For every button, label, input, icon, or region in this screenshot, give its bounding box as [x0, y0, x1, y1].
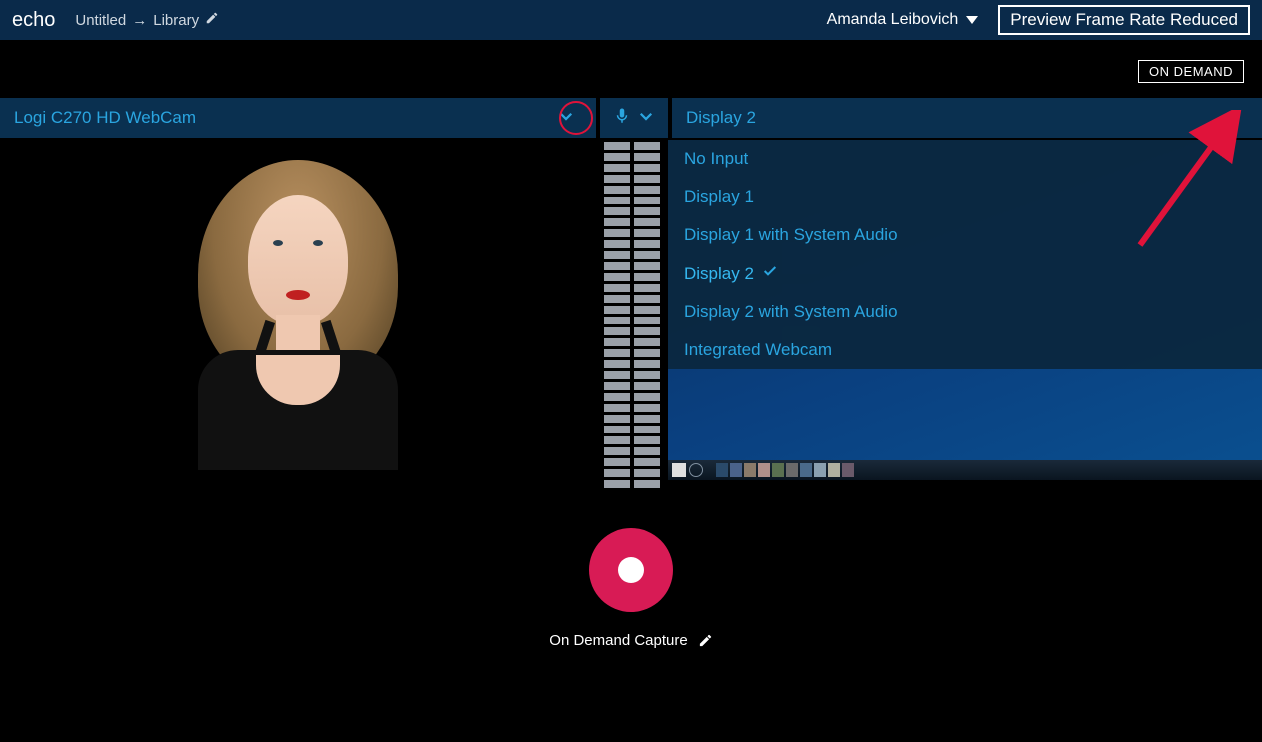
- display-option[interactable]: Display 1: [668, 178, 1262, 216]
- camera-source-selector[interactable]: Logi C270 HD WebCam: [0, 98, 596, 138]
- breadcrumb-arrow-icon: →: [132, 12, 147, 29]
- display-option[interactable]: Display 2: [668, 254, 1262, 293]
- breadcrumb-from: Untitled: [75, 12, 126, 29]
- camera-source-label: Logi C270 HD WebCam: [14, 108, 550, 128]
- display-source-selector[interactable]: Display 2: [672, 98, 1262, 138]
- caret-down-icon: [966, 16, 978, 24]
- chevron-down-icon[interactable]: [637, 107, 655, 130]
- search-icon: [689, 463, 703, 477]
- camera-preview: [0, 140, 596, 480]
- windows-start-icon: [672, 463, 686, 477]
- display-option-label: Display 1 with System Audio: [684, 225, 898, 245]
- mic-source-selector[interactable]: [600, 98, 668, 138]
- chevron-down-icon: [557, 107, 575, 130]
- audio-level-meter: [600, 140, 664, 488]
- user-menu[interactable]: Amanda Leibovich: [827, 11, 979, 29]
- display-option[interactable]: Display 2 with System Audio: [668, 293, 1262, 331]
- display-preview: No Input Display 1 Display 1 with System A…: [668, 140, 1262, 480]
- framerate-notice: Preview Frame Rate Reduced: [998, 5, 1250, 35]
- display-dropdown-list: No Input Display 1 Display 1 with System A…: [668, 140, 1262, 369]
- echo-logo: echo: [12, 9, 55, 32]
- capture-title[interactable]: On Demand Capture: [549, 632, 712, 649]
- record-dot-icon: [618, 557, 644, 583]
- desktop-taskbar: [668, 460, 1262, 480]
- check-icon: [762, 263, 778, 284]
- breadcrumb[interactable]: Untitled → Library: [75, 11, 219, 29]
- chevron-down-icon: [1223, 107, 1241, 130]
- capture-title-text: On Demand Capture: [549, 632, 687, 649]
- pencil-icon[interactable]: [205, 11, 219, 29]
- display-dropdown-toggle[interactable]: [1216, 102, 1248, 134]
- display-option-label: Display 2 with System Audio: [684, 302, 898, 322]
- pencil-icon: [698, 633, 713, 648]
- source-selector-row: Logi C270 HD WebCam Display 2: [0, 98, 1262, 138]
- breadcrumb-to: Library: [153, 12, 199, 29]
- framerate-text: Preview Frame Rate Reduced: [1010, 10, 1238, 29]
- display-option[interactable]: No Input: [668, 140, 1262, 178]
- display-source-label: Display 2: [686, 108, 1248, 128]
- camera-feed-placeholder: [138, 140, 458, 470]
- username-label: Amanda Leibovich: [827, 11, 959, 29]
- display-option-label: Display 2: [684, 264, 754, 284]
- display-option[interactable]: Display 1 with System Audio: [668, 216, 1262, 254]
- microphone-icon: [613, 107, 631, 130]
- record-button[interactable]: [589, 528, 673, 612]
- ondemand-badge: ON DEMAND: [1138, 60, 1244, 83]
- display-option-label: No Input: [684, 149, 748, 169]
- logo-text: echo: [12, 9, 55, 31]
- record-controls: On Demand Capture: [0, 528, 1262, 649]
- display-option-label: Display 1: [684, 187, 754, 207]
- display-option-label: Integrated Webcam: [684, 340, 832, 360]
- display-option[interactable]: Integrated Webcam: [668, 331, 1262, 369]
- camera-dropdown-toggle[interactable]: [550, 102, 582, 134]
- app-header: echo Untitled → Library Amanda Leibovich…: [0, 0, 1262, 40]
